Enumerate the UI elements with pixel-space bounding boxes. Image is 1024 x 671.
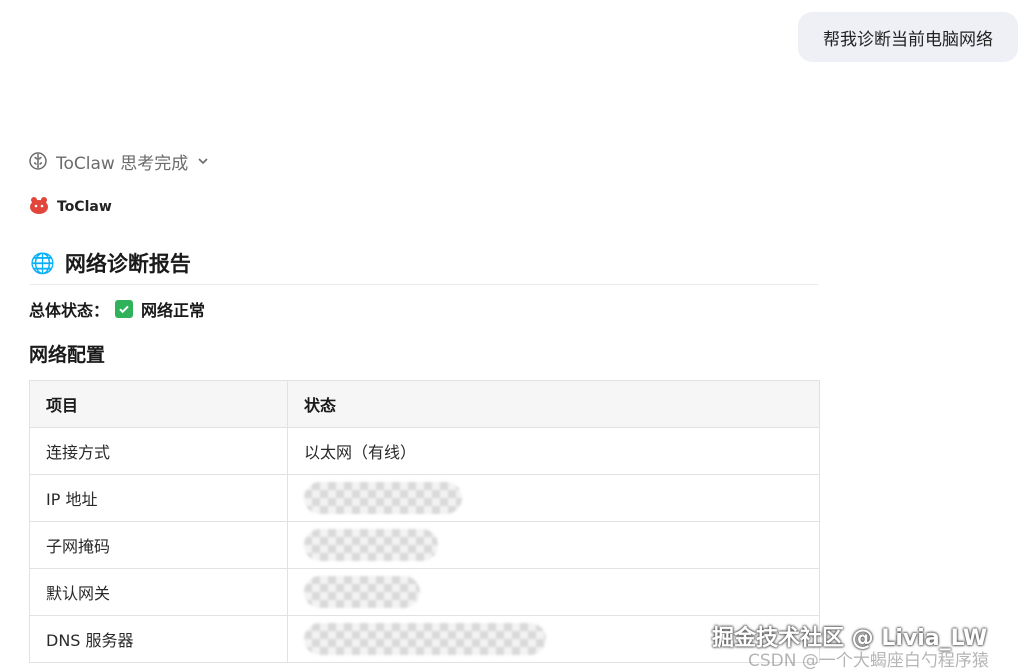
network-config-table: 项目 状态 连接方式 以太网（有线） IP 地址 子网掩码 默认网关 DNS 服… bbox=[29, 380, 820, 663]
globe-icon: 🌐 bbox=[30, 251, 55, 275]
table-cell-status bbox=[287, 568, 820, 616]
table-cell-status bbox=[287, 521, 820, 569]
brain-icon bbox=[28, 151, 48, 171]
table-row: DNS 服务器 bbox=[29, 615, 820, 663]
agent-name: ToClaw bbox=[57, 199, 112, 215]
report-title-text: 网络诊断报告 bbox=[64, 252, 191, 276]
table-header-row: 项目 状态 bbox=[29, 380, 820, 428]
thinking-label: ToClaw 思考完成 bbox=[56, 153, 189, 174]
report-title: 🌐 网络诊断报告 bbox=[30, 248, 191, 278]
table-cell-item: IP 地址 bbox=[29, 474, 288, 522]
redacted-value bbox=[304, 576, 420, 608]
section-title: 网络配置 bbox=[29, 344, 106, 366]
chevron-down-icon bbox=[196, 154, 210, 168]
table-cell-item: 连接方式 bbox=[29, 427, 288, 475]
redacted-value bbox=[304, 482, 462, 514]
agent-header: ToClaw bbox=[28, 194, 112, 220]
thinking-toggle[interactable]: ToClaw 思考完成 bbox=[28, 148, 210, 174]
overall-status-value: 网络正常 bbox=[141, 301, 206, 320]
table-cell-item: DNS 服务器 bbox=[29, 615, 288, 663]
table-row: IP 地址 bbox=[29, 474, 820, 522]
user-message-bubble: 帮我诊断当前电脑网络 bbox=[798, 12, 1018, 62]
table-row: 默认网关 bbox=[29, 568, 820, 616]
table-cell-item: 子网掩码 bbox=[29, 521, 288, 569]
table-cell-status bbox=[287, 474, 820, 522]
watermark-secondary: CSDN @一个大蝎座白勺程序猿 bbox=[748, 651, 989, 671]
agent-logo-icon bbox=[28, 195, 50, 219]
overall-status-label: 总体状态： bbox=[29, 301, 110, 320]
user-message-text: 帮我诊断当前电脑网络 bbox=[823, 29, 993, 50]
table-cell-status: 以太网（有线） bbox=[287, 427, 820, 475]
overall-status: 总体状态： 网络正常 bbox=[29, 296, 205, 322]
checkmark-icon bbox=[115, 300, 134, 318]
redacted-value bbox=[304, 529, 438, 561]
table-header-item: 项目 bbox=[29, 380, 288, 428]
table-row: 子网掩码 bbox=[29, 521, 820, 569]
redacted-value bbox=[304, 623, 546, 655]
table-row: 连接方式 以太网（有线） bbox=[29, 427, 820, 475]
divider bbox=[30, 284, 818, 285]
table-header-status: 状态 bbox=[287, 380, 820, 428]
table-cell-item: 默认网关 bbox=[29, 568, 288, 616]
